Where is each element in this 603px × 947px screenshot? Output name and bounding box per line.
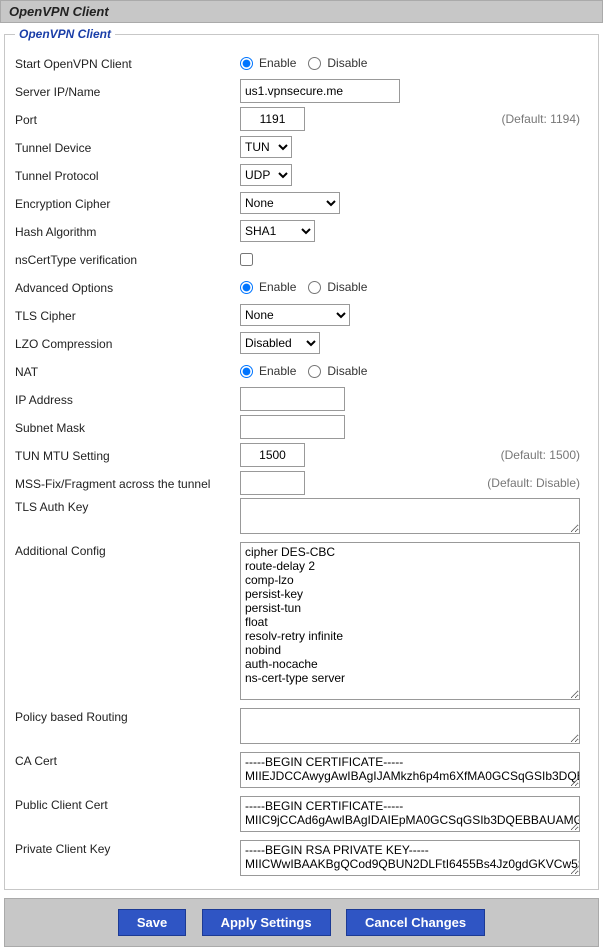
- start-enable-text: Enable: [259, 56, 296, 70]
- addlcfg-textarea[interactable]: cipher DES-CBC route-delay 2 comp-lzo pe…: [240, 542, 580, 700]
- clientcert-label: Public Client Cert: [15, 796, 240, 812]
- nat-disable-radio[interactable]: [308, 365, 321, 378]
- tunmtu-hint: (Default: 1500): [501, 448, 588, 462]
- encryption-cipher-select[interactable]: None: [240, 192, 340, 214]
- advopts-disable-radio[interactable]: [308, 281, 321, 294]
- tls-cipher-label: TLS Cipher: [15, 307, 240, 323]
- tunmtu-input[interactable]: [240, 443, 305, 467]
- nat-enable-radio[interactable]: [240, 365, 253, 378]
- page-title: OpenVPN Client: [9, 4, 109, 19]
- page-title-bar: OpenVPN Client: [0, 0, 603, 23]
- mssfix-label: MSS-Fix/Fragment across the tunnel: [15, 475, 240, 491]
- buttons-bar: Save Apply Settings Cancel Changes: [4, 898, 599, 947]
- advopts-disable-text: Disable: [327, 280, 367, 294]
- mssfix-hint: (Default: Disable): [487, 476, 588, 490]
- addlcfg-label: Additional Config: [15, 542, 240, 558]
- advopts-enable-text: Enable: [259, 280, 296, 294]
- start-enable-radio[interactable]: [240, 57, 253, 70]
- section-legend: OpenVPN Client: [15, 27, 115, 41]
- server-input[interactable]: [240, 79, 400, 103]
- ip-label: IP Address: [15, 391, 240, 407]
- hash-algorithm-select[interactable]: SHA1: [240, 220, 315, 242]
- ip-input[interactable]: [240, 387, 345, 411]
- tls-cipher-select[interactable]: None: [240, 304, 350, 326]
- advopts-enable-radio[interactable]: [240, 281, 253, 294]
- start-disable-text: Disable: [327, 56, 367, 70]
- nat-disable-text: Disable: [327, 364, 367, 378]
- encryption-cipher-label: Encryption Cipher: [15, 195, 240, 211]
- cacert-label: CA Cert: [15, 752, 240, 768]
- policyroute-label: Policy based Routing: [15, 708, 240, 724]
- hash-algorithm-label: Hash Algorithm: [15, 223, 240, 239]
- mssfix-input[interactable]: [240, 471, 305, 495]
- tunnel-protocol-select[interactable]: UDP: [240, 164, 292, 186]
- tlsauth-label: TLS Auth Key: [15, 498, 240, 514]
- advanced-options-label: Advanced Options: [15, 279, 240, 295]
- start-disable-radio[interactable]: [308, 57, 321, 70]
- cacert-textarea[interactable]: -----BEGIN CERTIFICATE----- MIIEJDCCAwyg…: [240, 752, 580, 788]
- clientcert-textarea[interactable]: -----BEGIN CERTIFICATE----- MIIC9jCCAd6g…: [240, 796, 580, 832]
- nscerttype-checkbox[interactable]: [240, 253, 253, 266]
- port-input[interactable]: [240, 107, 305, 131]
- port-hint: (Default: 1194): [502, 112, 589, 126]
- cancel-button[interactable]: Cancel Changes: [346, 909, 485, 936]
- start-label: Start OpenVPN Client: [15, 55, 240, 71]
- tunmtu-label: TUN MTU Setting: [15, 447, 240, 463]
- tunnel-device-label: Tunnel Device: [15, 139, 240, 155]
- tunnel-protocol-label: Tunnel Protocol: [15, 167, 240, 183]
- clientkey-textarea[interactable]: -----BEGIN RSA PRIVATE KEY----- MIICWwIB…: [240, 840, 580, 876]
- clientkey-label: Private Client Key: [15, 840, 240, 856]
- apply-button[interactable]: Apply Settings: [202, 909, 331, 936]
- lzo-select[interactable]: Disabled: [240, 332, 320, 354]
- nscerttype-label: nsCertType verification: [15, 251, 240, 267]
- tunnel-device-select[interactable]: TUN: [240, 136, 292, 158]
- subnet-label: Subnet Mask: [15, 419, 240, 435]
- port-label: Port: [15, 111, 240, 127]
- lzo-label: LZO Compression: [15, 335, 240, 351]
- tlsauth-textarea[interactable]: [240, 498, 580, 534]
- policyroute-textarea[interactable]: [240, 708, 580, 744]
- save-button[interactable]: Save: [118, 909, 186, 936]
- nat-label: NAT: [15, 363, 240, 379]
- server-label: Server IP/Name: [15, 83, 240, 99]
- openvpn-client-section: OpenVPN Client Start OpenVPN Client Enab…: [4, 27, 599, 890]
- nat-enable-text: Enable: [259, 364, 296, 378]
- subnet-input[interactable]: [240, 415, 345, 439]
